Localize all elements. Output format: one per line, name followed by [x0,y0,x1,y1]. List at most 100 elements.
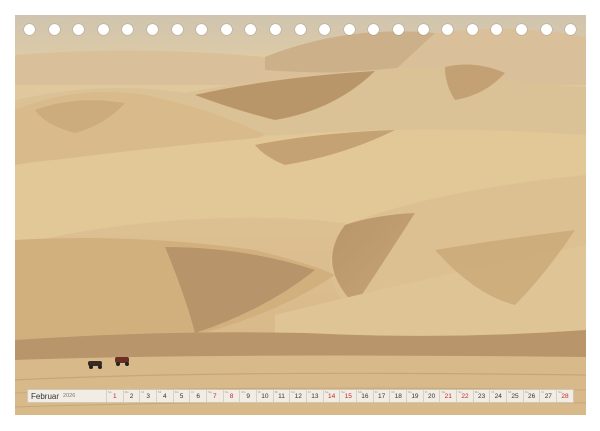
binding-ring [171,24,183,35]
weekday-label: Mi [508,390,512,394]
day-cell: Mo 16 [356,390,373,402]
month-label: Februar 2026 [28,390,106,402]
day-number: 2 [129,392,134,400]
day-number: 4 [163,392,167,400]
day-cell: Mo 23 [472,390,490,402]
day-number: 20 [427,392,436,400]
weekday-label: Mo [241,390,246,394]
binding-ring [491,24,503,35]
calendar-page: Februar 2026 So 1 Mo 2 Di 3 Mi 4 Do 5 Fr 6 Sa 7 So 8 Mo 9… [0,0,600,431]
binding-ring [319,24,331,35]
weekday-label: Sa [558,390,562,394]
binding-ring [220,24,232,35]
desert-dunes-photo [15,15,586,415]
weekday-label: Do [291,390,296,394]
month-name: Februar [31,391,60,401]
weekday-label: Do [408,390,412,394]
day-number: 26 [528,392,536,400]
weekday-label: Fr [191,390,195,394]
weekday-label: So [108,390,112,394]
binding-ring [368,24,380,35]
day-number: 14 [327,392,336,400]
day-cell: So 15 [339,390,356,402]
day-number: 6 [196,392,200,400]
weekday-label: So [341,390,346,394]
day-number: 28 [561,392,569,400]
weekday-label: Di [258,390,261,394]
binding-ring [393,24,404,35]
weekday-label: So [458,390,462,394]
day-cell: Do 26 [522,390,540,402]
day-cell: Mi 11 [272,390,290,402]
binding-ring [540,24,552,35]
binding-ring [147,24,158,35]
month-year: 2026 [63,393,76,399]
weekday-label: Mi [158,390,162,394]
weekday-label: Sa [324,390,329,394]
day-cell: So 8 [222,390,240,402]
binding-ring [294,24,306,35]
day-number: 17 [377,392,386,400]
day-cell: Sa 14 [322,390,340,402]
binding-ring [343,24,355,35]
binding-ring [24,24,35,35]
spiral-binding [15,24,586,38]
weekday-label: Mo [358,390,363,394]
day-number: 9 [246,392,251,400]
day-number: 25 [511,392,519,400]
day-cell: Sa 28 [556,390,573,402]
day-number: 22 [461,392,469,400]
day-number: 23 [478,392,486,400]
binding-ring [442,24,454,35]
day-number: 16 [361,392,369,400]
day-cell: Fr 27 [539,390,556,402]
binding-ring [417,24,429,35]
binding-ring [73,24,85,35]
day-cell: Do 5 [172,390,190,402]
binding-ring [466,24,478,35]
binding-ring [122,24,134,35]
weekday-label: Fr [308,390,311,394]
weekday-label: Do [524,390,529,394]
binding-ring [270,24,281,35]
day-cell: Mi 25 [506,390,523,402]
day-number: 27 [544,392,552,400]
day-number: 3 [146,392,150,400]
calendar-strip: Februar 2026 So 1 Mo 2 Di 3 Mi 4 Do 5 Fr 6 Sa 7 So 8 Mo 9… [27,389,574,403]
weekday-label: Di [374,390,378,394]
day-cell: So 1 [106,390,123,402]
day-cell: Fr 20 [422,390,440,402]
day-number: 8 [229,392,234,400]
day-number: 5 [179,392,184,400]
day-number: 21 [444,392,452,400]
day-cell: Sa 21 [439,390,456,402]
weekday-label: Mo [124,390,129,394]
weekday-label: Sa [208,390,212,394]
weekday-label: Mo [474,390,479,394]
day-cells: So 1 Mo 2 Di 3 Mi 4 Do 5 Fr 6 Sa 7 So 8 Mo 9 Di 10 Mi 11 Do 12 F… [106,390,573,402]
weekday-label: Fr [541,390,545,394]
day-cell: Di 24 [489,390,506,402]
binding-ring [196,24,208,35]
day-number: 19 [411,392,419,400]
binding-ring [565,24,577,35]
day-number: 13 [311,392,319,400]
day-cell: Di 10 [256,390,273,402]
day-number: 24 [494,392,502,400]
weekday-label: Mi [391,390,395,394]
weekday-label: Fr [424,390,428,394]
day-number: 12 [294,392,302,400]
day-cell: Di 3 [139,390,156,402]
day-cell: Do 12 [289,390,306,402]
day-number: 18 [394,392,402,400]
binding-ring [245,24,257,35]
day-cell: Mi 18 [389,390,406,402]
weekday-label: Sa [441,390,446,394]
day-cell: Fr 13 [306,390,323,402]
day-cell: Mo 9 [239,390,256,402]
weekday-label: Di [141,390,145,394]
weekday-label: Do [174,390,179,394]
day-cell: Mo 2 [122,390,140,402]
day-cell: Do 19 [406,390,423,402]
day-cell: Mi 4 [156,390,173,402]
